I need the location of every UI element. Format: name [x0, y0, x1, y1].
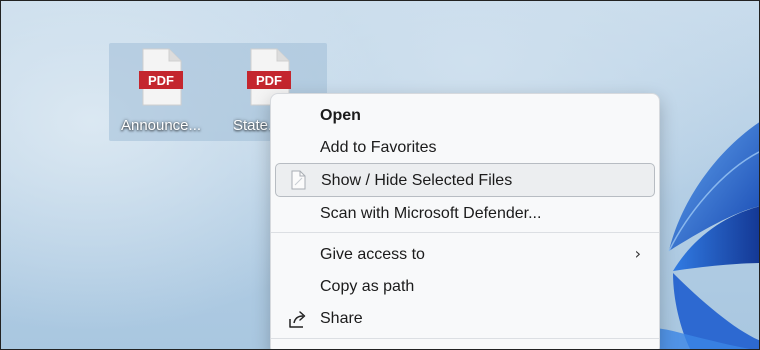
- menu-item-give-access-to[interactable]: Give access to ›: [275, 239, 655, 271]
- menu-item-show-hide-selected-files[interactable]: Show / Hide Selected Files: [275, 163, 655, 197]
- svg-text:PDF: PDF: [148, 73, 174, 88]
- desktop[interactable]: PDF Announce... PDF State... Open Add to…: [0, 0, 760, 350]
- menu-item-share[interactable]: Share: [275, 303, 655, 335]
- menu-item-add-to-favorites[interactable]: Add to Favorites: [275, 132, 655, 164]
- menu-separator: [271, 338, 659, 339]
- pdf-file-icon: PDF: [139, 48, 183, 106]
- share-icon: [289, 311, 306, 328]
- file-label: Announce...: [120, 117, 202, 134]
- menu-item-scan-with-defender[interactable]: Scan with Microsoft Defender...: [275, 198, 655, 230]
- desktop-file-announcement[interactable]: PDF Announce...: [109, 43, 209, 139]
- chevron-right-icon: ›: [634, 244, 641, 263]
- menu-separator: [271, 232, 659, 233]
- menu-item-open[interactable]: Open: [275, 100, 655, 132]
- file-icon: [291, 170, 306, 190]
- context-menu: Open Add to Favorites Show / Hide Select…: [270, 93, 660, 349]
- svg-text:PDF: PDF: [256, 73, 282, 88]
- menu-item-copy-as-path[interactable]: Copy as path: [275, 271, 655, 303]
